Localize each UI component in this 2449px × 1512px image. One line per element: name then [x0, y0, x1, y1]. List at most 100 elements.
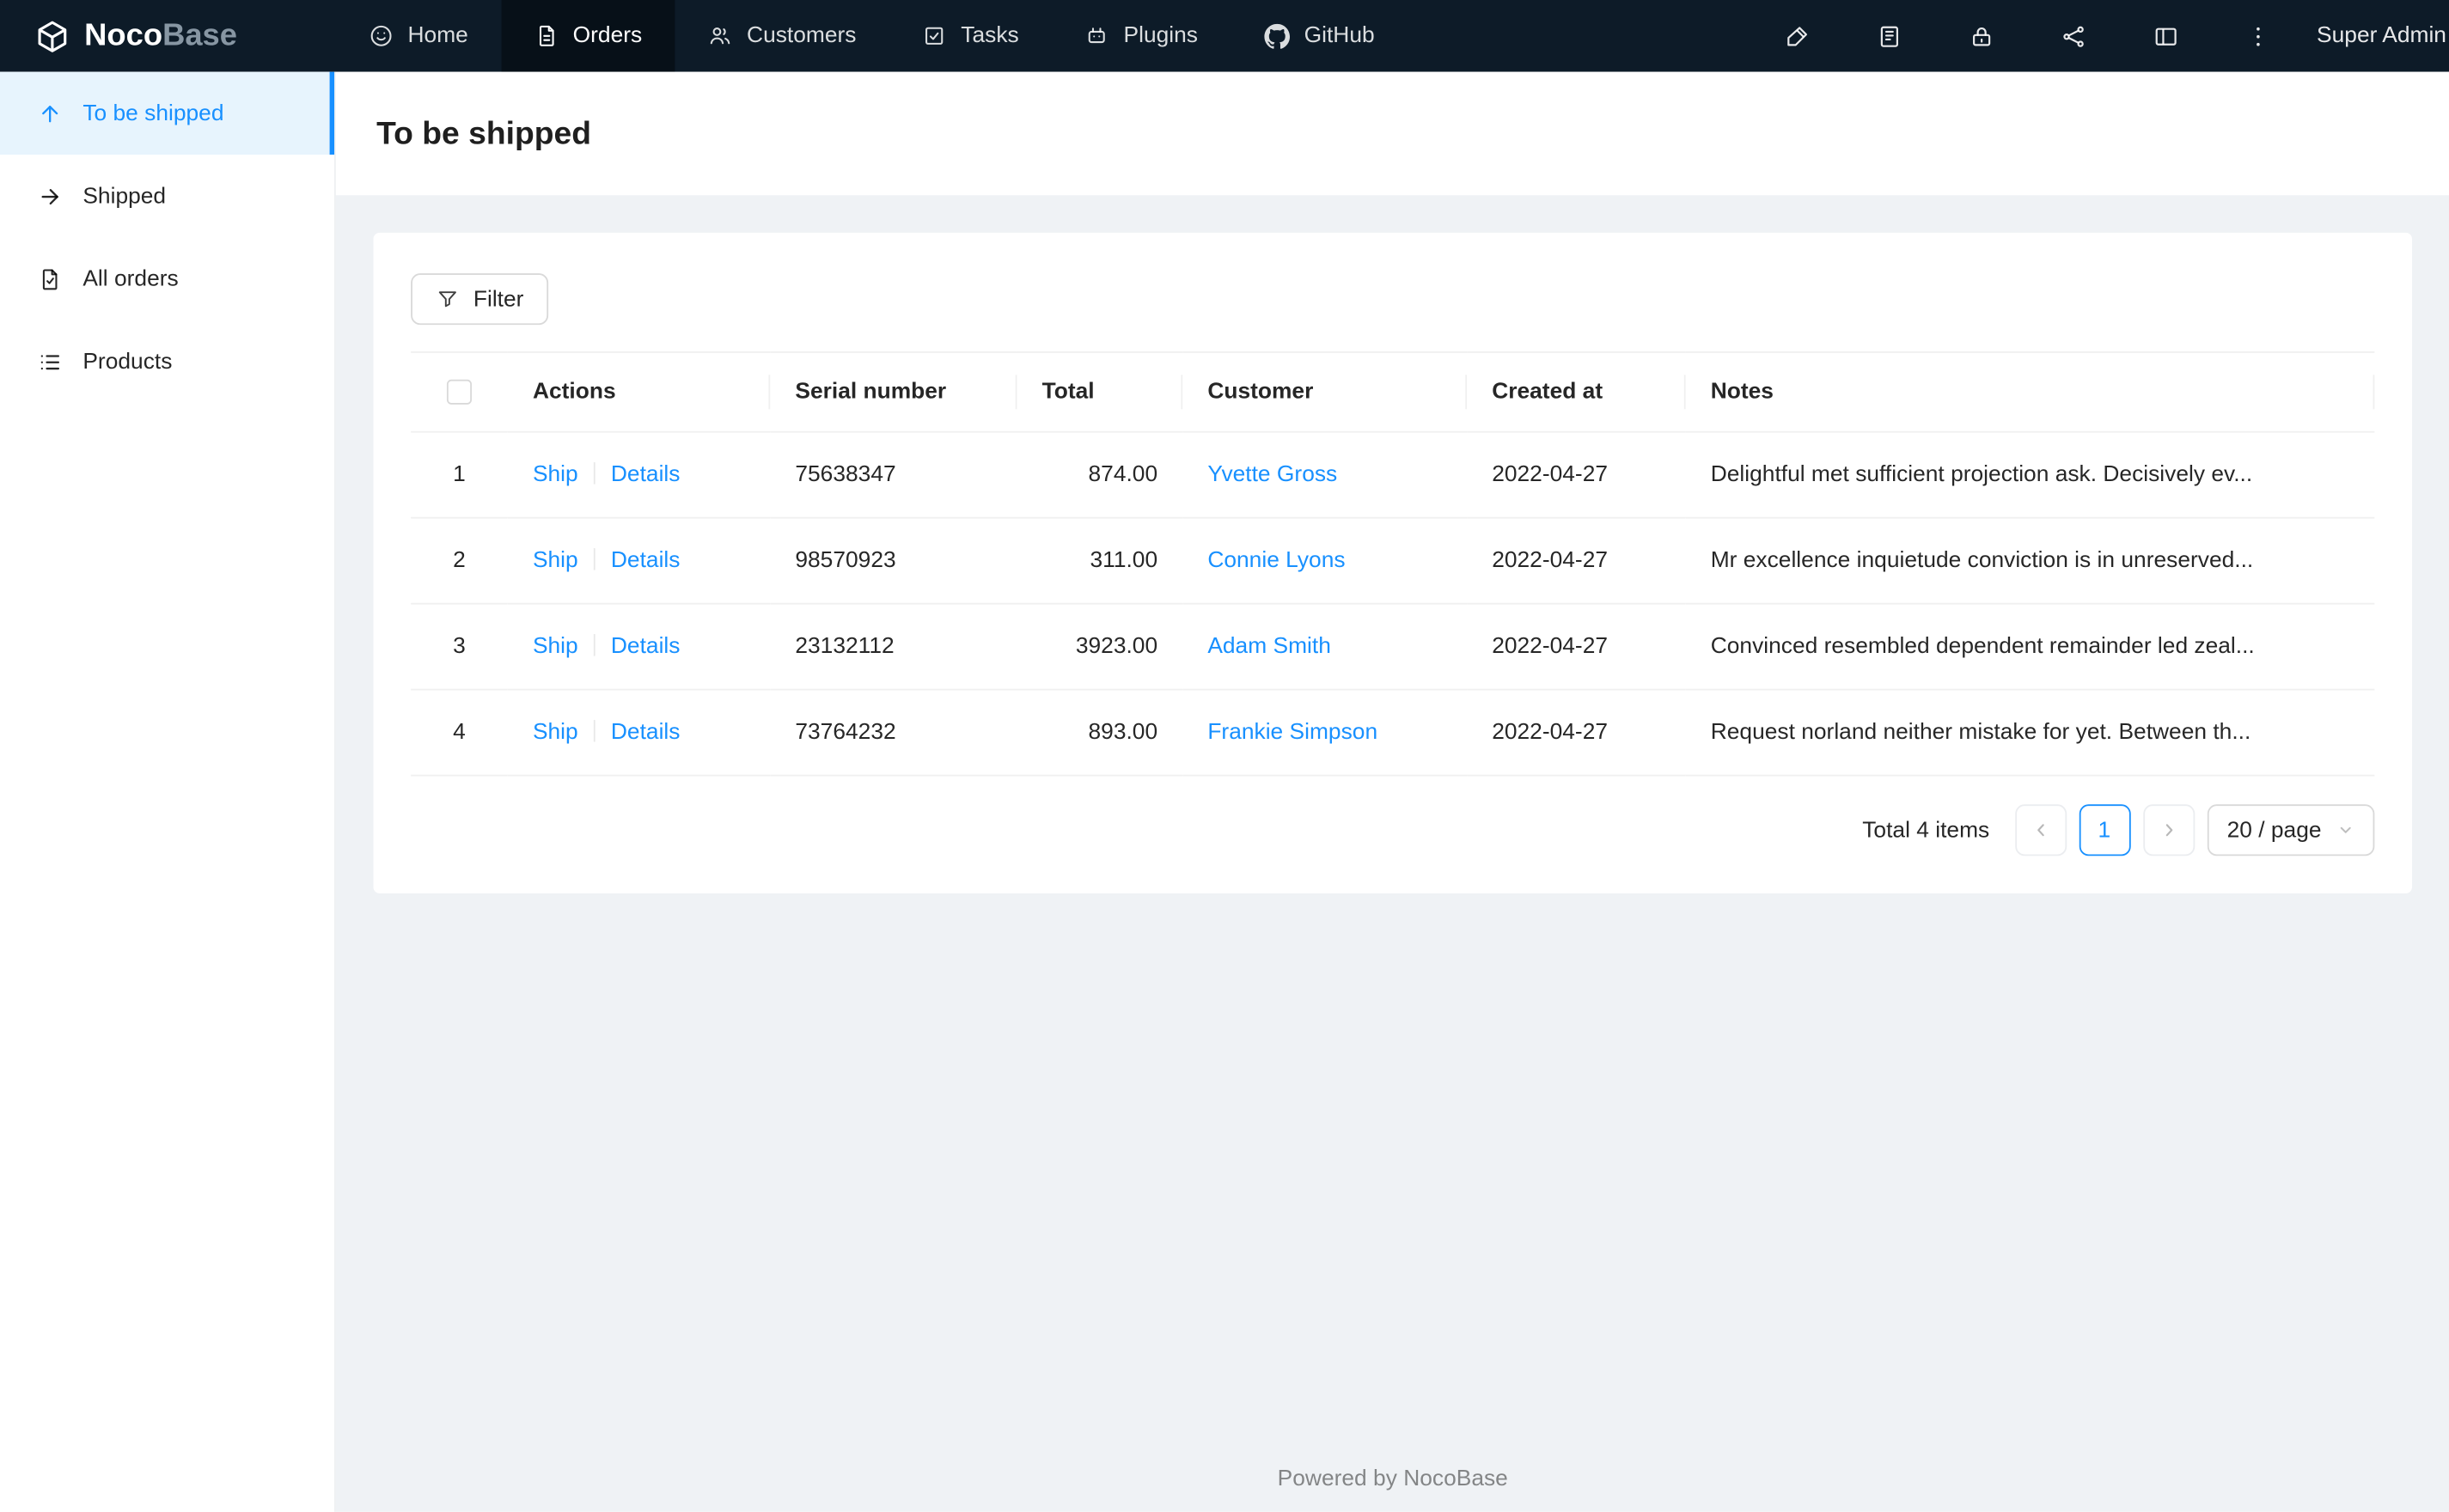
row-actions: Ship Details: [507, 517, 771, 605]
created-at-cell: 2022-04-27: [1467, 603, 1686, 691]
notes-cell: Request norland neither mistake for yet.…: [1685, 689, 2375, 777]
pagination-prev-button[interactable]: [2014, 804, 2067, 857]
details-link[interactable]: Details: [611, 720, 681, 745]
nocobase-logo[interactable]: NocoBase: [0, 0, 336, 72]
topnav-item-orders[interactable]: Orders: [501, 0, 675, 72]
pagination-total: Total 4 items: [1862, 818, 1990, 844]
orders-table: Actions Serial number Total Customer Cre…: [411, 351, 2375, 777]
filter-funnel-icon: [436, 288, 459, 311]
row-actions: Ship Details: [507, 689, 771, 777]
top-navigation-bar: NocoBase Home Orders Customers Tasks Plu…: [0, 0, 2449, 72]
topbar-actions: Super Admin: [1751, 0, 2449, 72]
user-menu[interactable]: Super Admin: [2304, 23, 2449, 48]
table-row: 3 Ship Details 23132112 3923.00 Adam Smit…: [411, 603, 2375, 691]
row-actions: Ship Details: [507, 603, 771, 691]
details-link[interactable]: Details: [611, 634, 681, 659]
topnav-item-label: GitHub: [1304, 23, 1375, 49]
filter-button[interactable]: Filter: [411, 273, 549, 326]
select-all-checkbox[interactable]: [446, 380, 473, 405]
topnav-item-customers[interactable]: Customers: [675, 0, 889, 72]
column-header-serial-number: Serial number: [770, 351, 1017, 433]
main-menu: Home Orders Customers Tasks Plugins GitH…: [336, 0, 1408, 72]
customer-cell: Yvette Gross: [1182, 431, 1468, 519]
row-actions: Ship Details: [507, 431, 771, 519]
highlighter-icon[interactable]: [1751, 0, 1843, 72]
column-header-actions: Actions: [507, 351, 771, 433]
sidebar-item-all-orders[interactable]: All orders: [0, 237, 334, 320]
table-row: 2 Ship Details 98570923 311.00 Connie Lyo…: [411, 517, 2375, 605]
ship-link[interactable]: Ship: [533, 462, 578, 487]
customer-link[interactable]: Connie Lyons: [1207, 548, 1345, 573]
book-icon[interactable]: [1843, 0, 1935, 72]
details-link[interactable]: Details: [611, 462, 681, 487]
customer-link[interactable]: Adam Smith: [1207, 634, 1331, 659]
serial-number-cell: 23132112: [770, 603, 1017, 691]
notes-cell: Mr excellence inquietude conviction is i…: [1685, 517, 2375, 605]
details-link[interactable]: Details: [611, 548, 681, 573]
task-check-icon: [922, 23, 947, 48]
topnav-item-home[interactable]: Home: [336, 0, 501, 72]
page-size-select[interactable]: 20 / page: [2206, 804, 2375, 857]
sidebar-item-label: To be shipped: [82, 101, 224, 126]
row-index: 1: [411, 431, 508, 519]
topnav-item-github[interactable]: GitHub: [1231, 0, 1408, 72]
main-area: To be shipped Filter Actions Serial numb…: [335, 71, 2449, 1512]
ship-link[interactable]: Ship: [533, 548, 578, 573]
created-at-cell: 2022-04-27: [1467, 517, 1686, 605]
lock-icon[interactable]: [1935, 0, 2027, 72]
layout-icon[interactable]: [2120, 0, 2212, 72]
chevron-down-icon: [2337, 822, 2354, 839]
pagination-next-button[interactable]: [2142, 804, 2195, 857]
ship-link[interactable]: Ship: [533, 720, 578, 745]
customer-link[interactable]: Yvette Gross: [1207, 462, 1337, 487]
table-header-row: Actions Serial number Total Customer Cre…: [411, 351, 2375, 433]
arrow-right-icon: [38, 184, 63, 209]
github-icon: [1263, 22, 1290, 49]
topnav-item-tasks[interactable]: Tasks: [889, 0, 1052, 72]
total-cell: 3923.00: [1017, 603, 1183, 691]
column-header-notes: Notes: [1685, 351, 2375, 433]
pagination: Total 4 items 1 20 / page: [411, 804, 2375, 863]
customer-cell: Connie Lyons: [1182, 517, 1468, 605]
customers-icon: [708, 23, 733, 48]
topnav-item-label: Plugins: [1123, 23, 1198, 49]
filter-button-label: Filter: [473, 286, 524, 312]
chevron-right-icon: [2159, 820, 2179, 841]
customer-cell: Frankie Simpson: [1182, 689, 1468, 777]
action-divider: [593, 462, 595, 485]
sidebar-item-label: Products: [82, 349, 173, 375]
column-header-customer: Customer: [1182, 351, 1468, 433]
sidebar-item-shipped[interactable]: Shipped: [0, 155, 334, 237]
select-all-header: [411, 351, 508, 433]
column-header-created-at: Created at: [1467, 351, 1686, 433]
order-file-icon: [534, 23, 559, 48]
created-at-cell: 2022-04-27: [1467, 431, 1686, 519]
cluster-icon[interactable]: [2028, 0, 2120, 72]
customer-link[interactable]: Frankie Simpson: [1207, 720, 1377, 745]
sidebar-item-to-be-shipped[interactable]: To be shipped: [0, 71, 335, 155]
page-title: To be shipped: [376, 114, 591, 151]
table-row: 1 Ship Details 75638347 874.00 Yvette Gro…: [411, 431, 2375, 519]
action-divider: [593, 720, 595, 742]
action-divider: [593, 548, 595, 570]
topnav-item-label: Orders: [572, 23, 643, 49]
sidebar-item-label: Shipped: [82, 183, 167, 209]
more-icon[interactable]: [2212, 0, 2304, 72]
serial-number-cell: 98570923: [770, 517, 1017, 605]
smile-icon: [369, 23, 394, 48]
pagination-page-1[interactable]: 1: [2078, 804, 2130, 857]
ship-link[interactable]: Ship: [533, 634, 578, 659]
topnav-item-plugins[interactable]: Plugins: [1052, 0, 1231, 72]
robot-icon: [1084, 23, 1109, 48]
brand-name: NocoBase: [84, 17, 237, 52]
row-index: 4: [411, 689, 508, 777]
row-index: 3: [411, 603, 508, 691]
powered-by-footer: Powered by NocoBase: [1277, 1466, 1508, 1492]
total-cell: 893.00: [1017, 689, 1183, 777]
arrow-up-icon: [38, 101, 63, 125]
page-header: To be shipped: [335, 71, 2449, 196]
orders-table-card: Filter Actions Serial number Total Custo…: [373, 232, 2412, 894]
sidebar-item-products[interactable]: Products: [0, 320, 334, 403]
notes-cell: Delightful met sufficient projection ask…: [1685, 431, 2375, 519]
notes-cell: Convinced resembled dependent remainder …: [1685, 603, 2375, 691]
